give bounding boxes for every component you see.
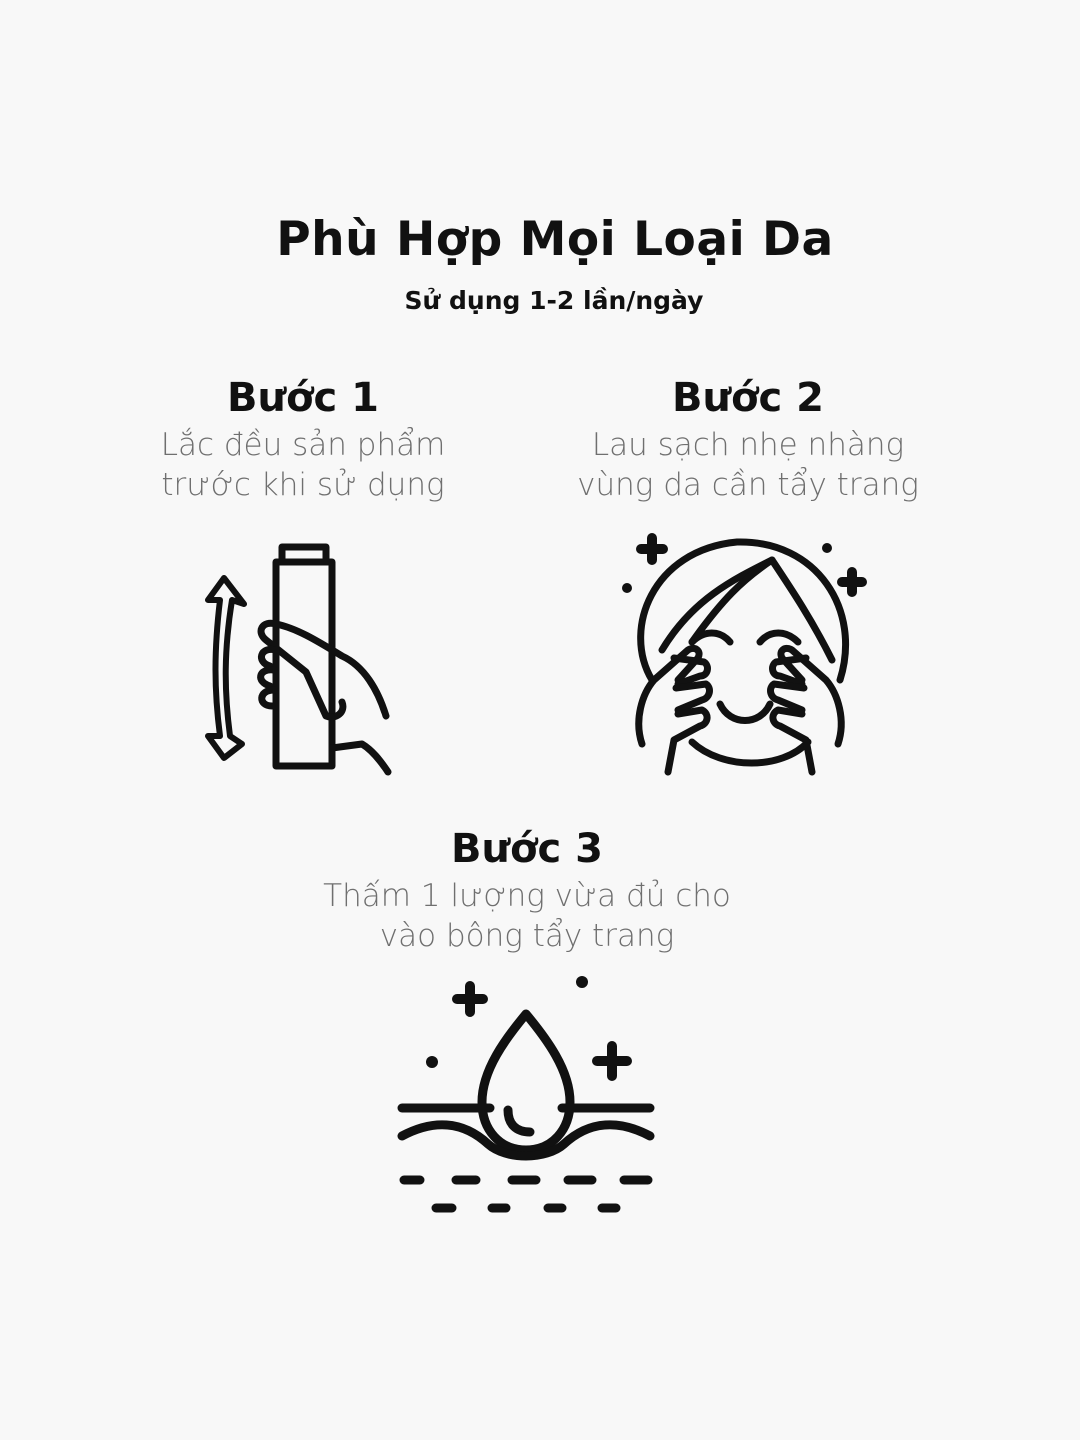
step-3-desc-line-2: vào bông tẩy trang [379, 918, 675, 954]
step-1-title: Bước 1 [227, 375, 379, 421]
water-drop-absorb-icon [397, 976, 655, 1213]
step-1: Bước 1 Lắc đều sản phẩm trước khi sử dụn… [140, 375, 466, 505]
step-3: Bước 3 Thấm 1 lượng vừa đủ cho vào bông … [316, 826, 738, 956]
step-2-description: Lau sạch nhẹ nhàng vùng da cần tẩy trang [560, 425, 936, 505]
step-1-description: Lắc đều sản phẩm trước khi sử dụng [140, 425, 466, 505]
page-title: Phù Hợp Mọi Loại Da [276, 212, 834, 267]
page-subtitle: Sử dụng 1-2 lần/ngày [404, 286, 704, 315]
step-2-desc-line-2: vùng da cần tẩy trang [577, 467, 919, 503]
shake-bottle-icon [205, 543, 392, 776]
step-1-desc-line-1: Lắc đều sản phẩm [160, 427, 446, 463]
step-2-desc-line-1: Lau sạch nhẹ nhàng [591, 427, 905, 463]
face-cleansing-icon [622, 533, 867, 776]
step-1-desc-line-2: trước khi sử dụng [161, 467, 445, 503]
step-3-title: Bước 3 [451, 826, 603, 872]
step-3-desc-line-1: Thấm 1 lượng vừa đủ cho [323, 878, 731, 914]
step-2-title: Bước 2 [672, 375, 824, 421]
step-2: Bước 2 Lau sạch nhẹ nhàng vùng da cần tẩ… [560, 375, 936, 505]
step-3-description: Thấm 1 lượng vừa đủ cho vào bông tẩy tra… [316, 876, 738, 956]
